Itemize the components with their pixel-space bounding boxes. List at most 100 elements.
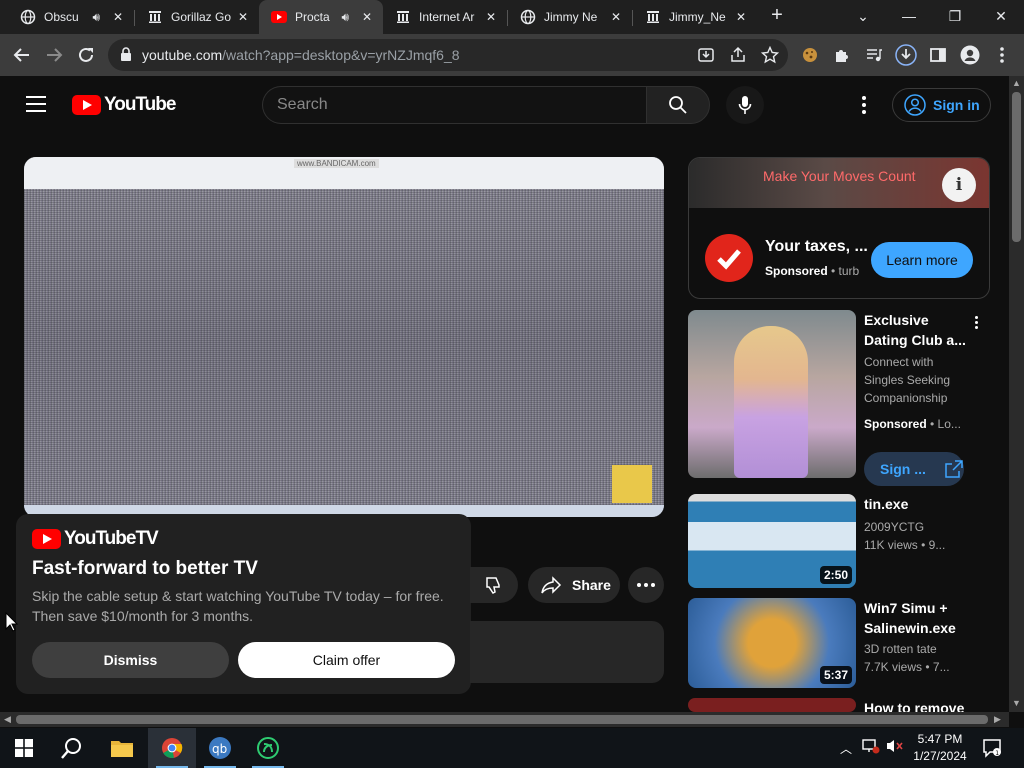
sign-up-button[interactable]: Sign ...	[864, 452, 964, 486]
sidebar-video-item[interactable]: 5:37 Win7 Simu + Salinewin.exe 3D rotten…	[688, 598, 990, 688]
sidebar-video-item[interactable]: 2:50 tin.exe 2009YCTG 11K views • 9...	[688, 494, 990, 588]
browser-tab-active[interactable]: Procta 🔊︎ ✕	[259, 0, 383, 34]
vertical-scrollbar[interactable]: ▲ ▼	[1009, 76, 1024, 712]
side-panel-icon[interactable]	[926, 43, 950, 67]
scrollbar-thumb[interactable]	[16, 715, 988, 724]
tab-title: Obscu	[44, 10, 79, 24]
search-input[interactable]	[277, 87, 637, 123]
video-title[interactable]: How to remove	[864, 698, 972, 712]
video-title[interactable]: Exclusive Dating Club a...	[864, 310, 972, 350]
forward-button[interactable]	[42, 43, 66, 67]
taskbar-search-button[interactable]	[48, 728, 96, 768]
tab-search-chevron-icon[interactable]: ⌄	[840, 0, 886, 32]
browser-tab[interactable]: Jimmy_Ne ✕	[633, 0, 757, 34]
close-icon[interactable]: ✕	[110, 10, 126, 24]
address-bar[interactable]: youtube.com/watch?app=desktop&v=yrNZJmqf…	[108, 39, 788, 71]
cookie-extension-icon[interactable]	[798, 43, 822, 67]
thumbs-down-icon	[486, 577, 500, 594]
browser-tab[interactable]: Jimmy Ne ✕	[508, 0, 632, 34]
profile-avatar-icon[interactable]	[958, 43, 982, 67]
ad-banner[interactable]: Make Your Moves Count i	[689, 158, 989, 208]
search-box[interactable]	[262, 86, 646, 124]
channel-name[interactable]: 2009YCTG	[864, 520, 924, 534]
voice-search-button[interactable]	[726, 86, 764, 124]
new-tab-button[interactable]: +	[766, 5, 788, 27]
notification-center-icon[interactable]: 1	[982, 738, 1002, 763]
globe-icon	[520, 9, 536, 25]
youtube-tv-logo-text: YouTubeTV	[64, 528, 159, 549]
download-icon[interactable]	[894, 43, 918, 67]
scroll-left-arrow-icon[interactable]: ◀	[4, 714, 11, 725]
close-icon[interactable]: ✕	[483, 10, 499, 24]
video-description-box[interactable]	[470, 621, 664, 683]
ad-title[interactable]: Your taxes, ...	[765, 238, 868, 256]
browser-tab[interactable]: Obscu 🔊︎ ✕	[8, 0, 134, 34]
horizontal-scrollbar[interactable]: ◀ ▶	[0, 712, 1009, 727]
close-icon[interactable]: ✕	[608, 10, 624, 24]
video-thumbnail[interactable]	[688, 310, 856, 478]
speaker-icon[interactable]: 🔊︎	[92, 10, 100, 25]
app-taskbar-button[interactable]	[244, 728, 292, 768]
video-player[interactable]: www.BANDICAM.com	[24, 157, 664, 517]
info-icon[interactable]: i	[942, 168, 976, 202]
qbittorrent-taskbar-button[interactable]: qb	[196, 728, 244, 768]
network-icon[interactable]	[862, 738, 880, 759]
video-frame-image	[612, 465, 652, 503]
search-icon	[669, 96, 687, 114]
video-thumbnail[interactable]: 5:37	[688, 598, 856, 688]
minimize-button[interactable]: —	[886, 0, 932, 32]
extensions-puzzle-icon[interactable]	[830, 43, 854, 67]
share-page-icon[interactable]	[726, 43, 750, 67]
browser-tab[interactable]: Gorillaz Go ✕	[135, 0, 259, 34]
claim-offer-button[interactable]: Claim offer	[238, 642, 455, 678]
video-thumbnail[interactable]: 2:50	[688, 494, 856, 588]
chevron-up-icon[interactable]: ︿	[840, 740, 852, 757]
scroll-right-arrow-icon[interactable]: ▶	[994, 714, 1001, 725]
video-title[interactable]: tin.exe	[864, 494, 972, 514]
dislike-button[interactable]	[470, 567, 518, 603]
scrollbar-thumb[interactable]	[1012, 92, 1021, 242]
hamburger-menu-icon[interactable]	[26, 96, 46, 112]
lock-icon[interactable]	[120, 47, 134, 63]
advertiser-logo[interactable]	[705, 234, 753, 282]
close-icon[interactable]: ✕	[359, 10, 375, 24]
youtube-icon	[271, 9, 287, 25]
learn-more-button[interactable]: Learn more	[871, 242, 973, 278]
video-watermark: www.BANDICAM.com	[294, 159, 379, 168]
sidebar-ad-card[interactable]: Make Your Moves Count i Your taxes, ... …	[688, 157, 990, 299]
video-title[interactable]: Win7 Simu + Salinewin.exe	[864, 598, 972, 638]
back-button[interactable]	[10, 43, 34, 67]
browser-tab[interactable]: Internet Ar ✕	[383, 0, 507, 34]
close-icon[interactable]: ✕	[733, 10, 749, 24]
scroll-up-arrow-icon[interactable]: ▲	[1012, 78, 1021, 88]
chrome-icon	[162, 738, 183, 759]
reload-button[interactable]	[74, 43, 98, 67]
youtube-logo[interactable]: YouTube	[72, 94, 176, 116]
dismiss-button[interactable]: Dismiss	[32, 642, 229, 678]
video-frame	[24, 157, 664, 517]
chrome-taskbar-button[interactable]	[148, 728, 196, 768]
video-thumbnail[interactable]	[688, 698, 856, 712]
search-button[interactable]	[646, 86, 710, 124]
sidebar-sponsored-item[interactable]: Exclusive Dating Club a... Connect with …	[688, 310, 990, 486]
restore-button[interactable]: ❐	[932, 0, 978, 32]
install-app-icon[interactable]	[694, 43, 718, 67]
speaker-icon[interactable]: 🔊︎	[341, 10, 349, 25]
browser-menu-icon[interactable]	[990, 43, 1014, 67]
bookmark-star-icon[interactable]	[758, 43, 782, 67]
start-button[interactable]	[0, 728, 48, 768]
video-more-actions-button[interactable]	[628, 567, 664, 603]
settings-menu-button[interactable]	[852, 92, 876, 118]
volume-muted-icon[interactable]	[886, 738, 904, 759]
sign-in-button[interactable]: Sign in	[892, 88, 991, 122]
share-button[interactable]: Share	[528, 567, 620, 603]
file-explorer-button[interactable]	[98, 728, 146, 768]
scroll-down-arrow-icon[interactable]: ▼	[1012, 698, 1021, 708]
media-control-icon[interactable]	[862, 43, 886, 67]
close-icon[interactable]: ✕	[235, 10, 251, 24]
window-close-button[interactable]: ✕	[978, 0, 1024, 32]
system-clock[interactable]: 5:47 PM 1/27/2024	[908, 731, 972, 765]
channel-name[interactable]: 3D rotten tate	[864, 642, 937, 656]
sidebar-video-item[interactable]: How to remove	[688, 698, 990, 712]
item-menu-button[interactable]	[968, 316, 984, 332]
